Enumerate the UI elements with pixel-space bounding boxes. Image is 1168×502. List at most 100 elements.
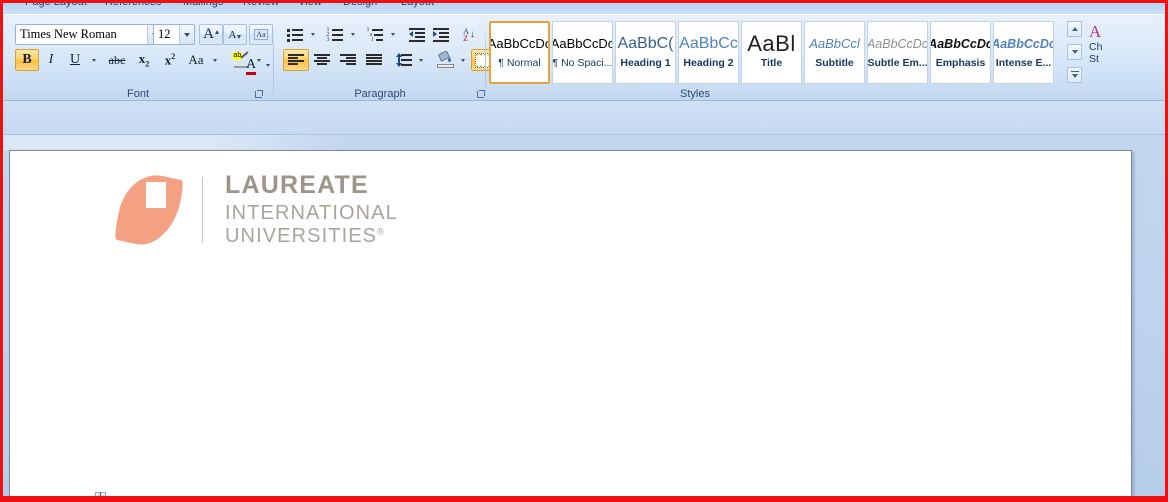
shading-button[interactable]: [433, 49, 457, 71]
style-card-heading-2[interactable]: AaBbCc Heading 2: [678, 21, 739, 84]
style-name: Intense E...: [995, 57, 1052, 69]
decrease-indent-button[interactable]: [405, 24, 429, 45]
chevron-down-icon: [266, 63, 270, 67]
trademark-symbol: ®: [377, 226, 385, 237]
strikethrough-button[interactable]: abc: [103, 49, 131, 71]
numbering-icon: 1 2 3: [327, 27, 344, 43]
grow-font-icon: A: [203, 26, 214, 42]
style-card-intense-emphasis[interactable]: AaBbCcDc Intense E...: [993, 21, 1054, 84]
laureate-leaf-icon: [113, 168, 185, 251]
style-sample: AaBbCcDc: [867, 37, 928, 51]
font-size-combo[interactable]: 12: [153, 24, 195, 45]
font-name-combo[interactable]: Times New Roman: [15, 24, 163, 45]
styles-gallery-scrollbar[interactable]: [1067, 21, 1082, 83]
ribbon-group-font: Times New Roman 12 A A Aa B I U abc x2 x…: [7, 17, 273, 101]
style-sample: AaBl: [747, 31, 796, 56]
multilevel-list-dropdown-button[interactable]: [387, 24, 399, 45]
tab-mailings[interactable]: Mailings: [183, 3, 223, 8]
change-case-button[interactable]: Aa: [183, 49, 209, 71]
increase-indent-button[interactable]: [429, 24, 453, 45]
style-name: Subtitle: [815, 57, 854, 69]
style-sample: AaBbCcl: [809, 36, 860, 51]
styles-group-label: Styles: [680, 88, 710, 100]
font-size-dropdown-arrow[interactable]: [179, 25, 194, 44]
align-left-button[interactable]: [283, 49, 309, 71]
tab-design[interactable]: Design: [343, 3, 377, 8]
change-styles-icon: A: [1089, 22, 1102, 41]
styles-scroll-down-button[interactable]: [1067, 44, 1082, 60]
bullets-button[interactable]: [283, 24, 307, 45]
document-page[interactable]: LAUREATE INTERNATIONAL UNIVERSITIES® ✛ S…: [9, 150, 1132, 499]
multilevel-list-icon: 1 a i: [367, 27, 384, 43]
style-name: Title: [760, 57, 783, 69]
italic-button[interactable]: I: [39, 49, 63, 71]
style-card-subtle-emphasis[interactable]: AaBbCcDc Subtle Em...: [867, 21, 928, 84]
workspace-sheen: [3, 135, 1165, 151]
grow-font-button[interactable]: A: [199, 24, 223, 45]
numbering-dropdown-button[interactable]: [347, 24, 359, 45]
style-sample: AaBbCcDc: [993, 37, 1054, 51]
style-sample: AaBbCcDc: [552, 36, 613, 51]
style-name: ¶ Normal: [498, 57, 541, 69]
logo-line-3: UNIVERSITIES®: [225, 225, 385, 247]
arrow-up-icon: [1071, 27, 1078, 31]
chevron-down-icon: [92, 58, 96, 62]
style-card-subtitle[interactable]: AaBbCcl Subtitle: [804, 21, 865, 84]
font-color-button[interactable]: A: [239, 54, 263, 76]
styles-scroll-up-button[interactable]: [1067, 21, 1082, 37]
bullets-icon: [286, 28, 304, 42]
arrow-down-icon: [1071, 50, 1078, 54]
logo-divider: [202, 176, 203, 243]
underline-dropdown-button[interactable]: [87, 49, 101, 71]
superscript-icon: x2: [164, 51, 176, 68]
align-center-button[interactable]: [309, 49, 335, 71]
style-card-normal[interactable]: AaBbCcDc ¶ Normal: [489, 21, 550, 84]
style-sample: AaBbCcDc: [930, 37, 991, 51]
logo-line-2: INTERNATIONAL: [225, 202, 398, 224]
bullets-dropdown-button[interactable]: [307, 24, 319, 45]
bold-button[interactable]: B: [15, 49, 39, 71]
bold-icon: B: [22, 52, 32, 67]
ruler-band: [3, 101, 1165, 135]
style-card-heading-1[interactable]: AaBbC( Heading 1: [615, 21, 676, 84]
line-spacing-dropdown-button[interactable]: [415, 49, 427, 71]
style-sample: AaBbCcDc: [489, 36, 550, 51]
clear-formatting-button[interactable]: Aa: [249, 24, 273, 45]
change-case-dropdown-button[interactable]: [209, 49, 221, 71]
line-spacing-button[interactable]: [391, 49, 415, 71]
clear-formatting-icon: Aa: [254, 29, 268, 40]
font-dialog-launcher[interactable]: [252, 88, 263, 99]
styles-gallery[interactable]: AaBbCcDc ¶ Normal AaBbCcDc ¶ No Spaci...…: [489, 21, 1054, 84]
underline-button[interactable]: U: [63, 49, 87, 71]
sort-az-icon: AZ: [463, 26, 469, 43]
style-card-title[interactable]: AaBl Title: [741, 21, 802, 84]
superscript-button[interactable]: x2: [157, 49, 183, 71]
tab-review[interactable]: Review: [243, 3, 279, 8]
justify-button[interactable]: [361, 49, 387, 71]
subscript-icon: x2: [138, 51, 150, 69]
tab-page-layout[interactable]: Page Layout: [25, 3, 87, 8]
tab-layout[interactable]: Layout: [401, 3, 434, 8]
italic-icon: I: [48, 52, 54, 67]
change-styles-button[interactable]: A Ch St: [1089, 22, 1121, 66]
shading-dropdown-button[interactable]: [457, 49, 469, 71]
more-styles-icon: [1070, 71, 1079, 79]
subscript-button[interactable]: x2: [131, 49, 157, 71]
shrink-font-button[interactable]: A: [223, 24, 247, 45]
styles-more-button[interactable]: [1067, 67, 1082, 83]
decrease-indent-icon: [409, 28, 425, 42]
style-name: Emphasis: [935, 57, 986, 69]
underline-icon: U: [69, 52, 81, 67]
sort-button[interactable]: AZ ↓: [457, 24, 481, 45]
numbering-button[interactable]: 1 2 3: [323, 24, 347, 45]
align-left-icon: [288, 54, 304, 66]
align-right-button[interactable]: [335, 49, 361, 71]
style-name: Heading 1: [620, 57, 671, 69]
style-card-emphasis[interactable]: AaBbCcDc Emphasis: [930, 21, 991, 84]
style-card-no-spacing[interactable]: AaBbCcDc ¶ No Spaci...: [552, 21, 613, 84]
change-styles-label-line1: Ch: [1089, 41, 1103, 53]
logo-wordmark: LAUREATE INTERNATIONAL UNIVERSITIES®: [225, 173, 398, 247]
multilevel-list-button[interactable]: 1 a i: [363, 24, 387, 45]
tab-view[interactable]: View: [298, 3, 322, 8]
tab-references[interactable]: References: [105, 3, 161, 8]
